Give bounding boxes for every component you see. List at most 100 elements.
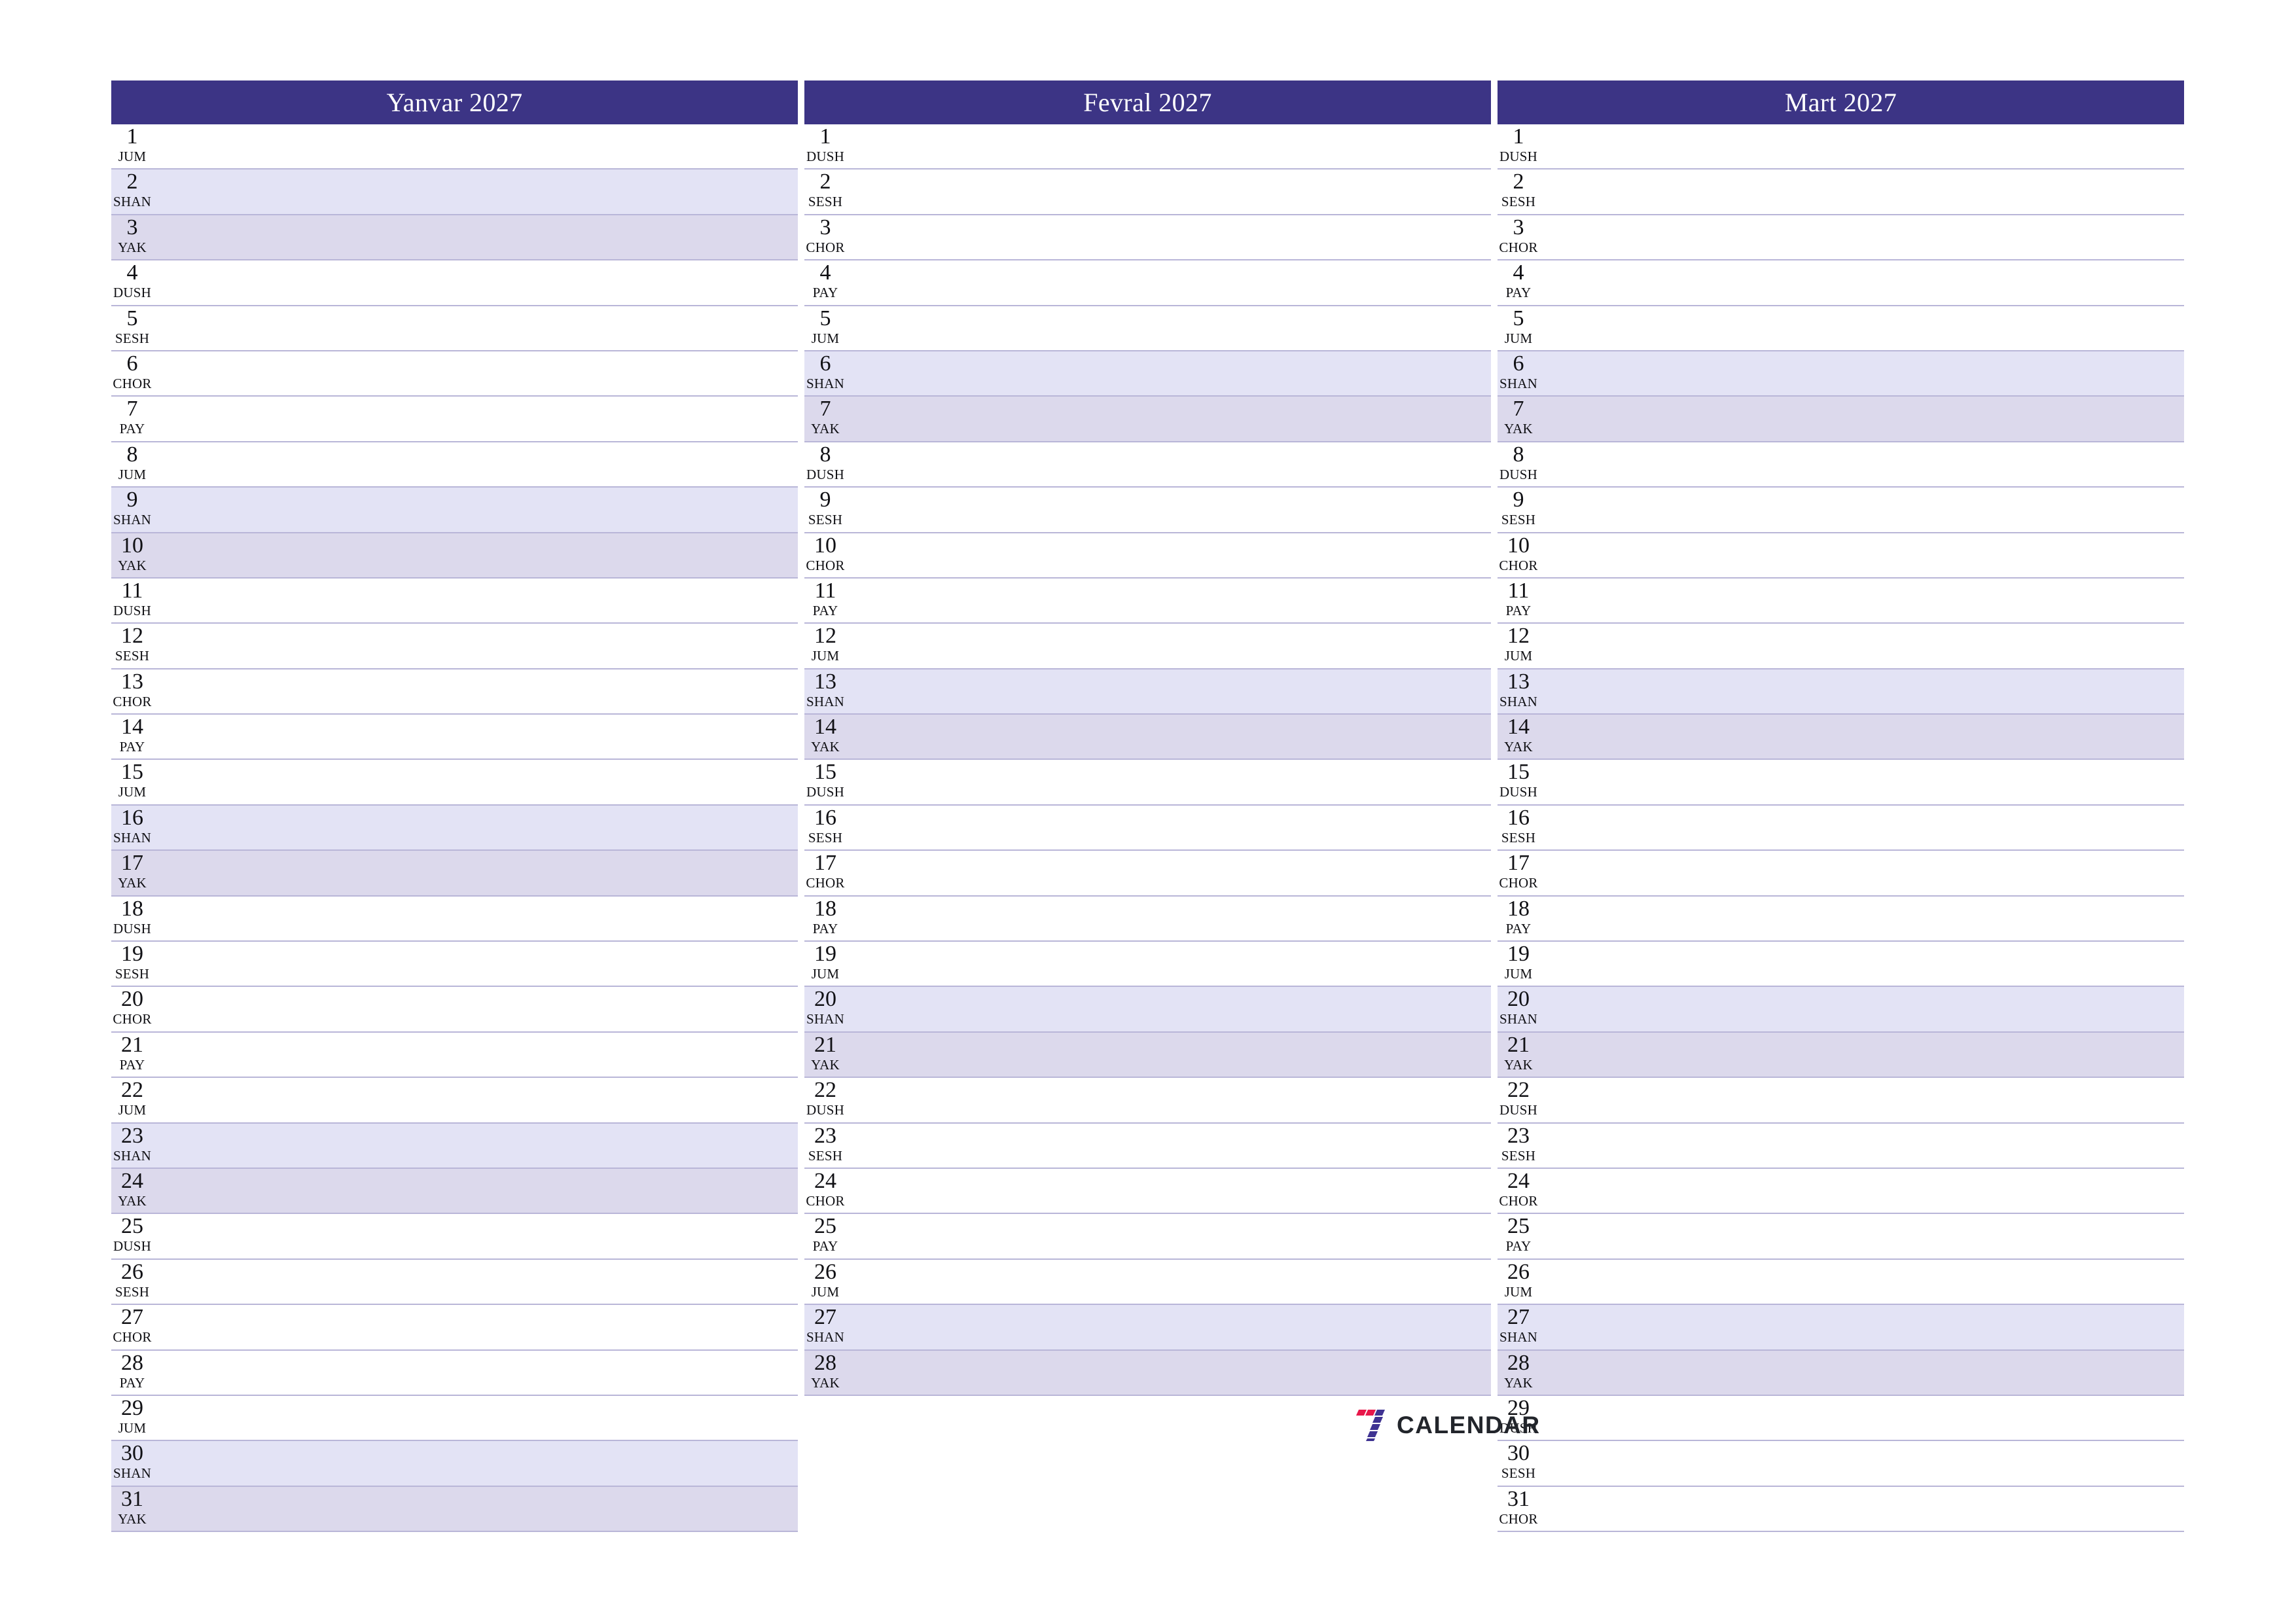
day-note-area[interactable]: [846, 715, 1491, 758]
day-note-area[interactable]: [153, 351, 798, 395]
day-row[interactable]: 12 SESH: [111, 624, 798, 669]
day-note-area[interactable]: [153, 669, 798, 713]
day-row[interactable]: 21 YAK: [1498, 1032, 2184, 1079]
day-row[interactable]: 14 YAK: [1498, 715, 2184, 760]
day-row[interactable]: 20 SHAN: [1498, 987, 2184, 1033]
day-row[interactable]: 11 PAY: [804, 578, 1491, 624]
day-row[interactable]: 26 SESH: [111, 1259, 798, 1306]
day-note-area[interactable]: [153, 442, 798, 486]
day-note-area[interactable]: [1539, 1396, 2184, 1440]
day-note-area[interactable]: [153, 488, 798, 531]
day-row[interactable]: 29 DUSH: [1498, 1395, 2184, 1442]
day-row[interactable]: 30 SHAN: [111, 1441, 798, 1487]
day-row[interactable]: 7 YAK: [1498, 397, 2184, 442]
day-note-area[interactable]: [1539, 124, 2184, 168]
day-row[interactable]: 30 SESH: [1498, 1441, 2184, 1487]
day-note-area[interactable]: [153, 260, 798, 304]
day-row[interactable]: 2 SHAN: [111, 169, 798, 215]
day-row[interactable]: 14 YAK: [804, 715, 1491, 760]
day-row[interactable]: 31 CHOR: [1498, 1486, 2184, 1533]
day-note-area[interactable]: [1539, 1441, 2184, 1485]
day-note-area[interactable]: [846, 1033, 1491, 1077]
day-row[interactable]: 14 PAY: [111, 715, 798, 760]
day-row[interactable]: 12 JUM: [1498, 624, 2184, 669]
day-note-area[interactable]: [153, 533, 798, 577]
day-row[interactable]: 18 PAY: [804, 896, 1491, 942]
day-note-area[interactable]: [846, 1169, 1491, 1213]
day-note-area[interactable]: [846, 942, 1491, 986]
day-row[interactable]: 22 DUSH: [804, 1078, 1491, 1124]
day-note-area[interactable]: [153, 806, 798, 849]
day-row[interactable]: 8 DUSH: [804, 442, 1491, 488]
day-note-area[interactable]: [153, 579, 798, 622]
day-note-area[interactable]: [846, 806, 1491, 849]
day-note-area[interactable]: [153, 1078, 798, 1122]
day-note-area[interactable]: [846, 624, 1491, 668]
day-note-area[interactable]: [1539, 306, 2184, 350]
day-row[interactable]: 28 YAK: [1498, 1350, 2184, 1396]
day-row[interactable]: 21 YAK: [804, 1032, 1491, 1079]
day-note-area[interactable]: [846, 169, 1491, 213]
day-row[interactable]: 6 CHOR: [111, 351, 798, 397]
day-row[interactable]: 7 YAK: [804, 397, 1491, 442]
day-row[interactable]: 6 SHAN: [804, 351, 1491, 397]
day-row[interactable]: 15 JUM: [111, 760, 798, 806]
day-note-area[interactable]: [1539, 1169, 2184, 1213]
day-note-area[interactable]: [153, 1260, 798, 1304]
day-note-area[interactable]: [153, 397, 798, 440]
day-note-area[interactable]: [153, 715, 798, 758]
day-row[interactable]: 13 CHOR: [111, 669, 798, 715]
day-row[interactable]: 27 SHAN: [804, 1305, 1491, 1351]
day-note-area[interactable]: [153, 624, 798, 668]
day-row[interactable]: 13 SHAN: [804, 669, 1491, 715]
day-row[interactable]: 4 PAY: [804, 260, 1491, 306]
day-note-area[interactable]: [846, 1124, 1491, 1168]
day-note-area[interactable]: [846, 1078, 1491, 1122]
day-row[interactable]: 9 SHAN: [111, 488, 798, 533]
day-row[interactable]: 26 JUM: [804, 1259, 1491, 1306]
day-row[interactable]: 17 CHOR: [804, 851, 1491, 897]
day-row[interactable]: 16 SESH: [1498, 805, 2184, 851]
day-row[interactable]: 4 DUSH: [111, 260, 798, 306]
day-note-area[interactable]: [846, 1260, 1491, 1304]
day-row[interactable]: 9 SESH: [1498, 488, 2184, 533]
day-row[interactable]: 3 CHOR: [804, 215, 1491, 261]
day-note-area[interactable]: [1539, 669, 2184, 713]
day-row[interactable]: 24 YAK: [111, 1168, 798, 1215]
day-row[interactable]: 25 PAY: [804, 1214, 1491, 1260]
day-row[interactable]: 23 SESH: [1498, 1123, 2184, 1169]
day-row[interactable]: 22 DUSH: [1498, 1078, 2184, 1124]
day-row[interactable]: 20 CHOR: [111, 987, 798, 1033]
day-note-area[interactable]: [1539, 1124, 2184, 1168]
day-note-area[interactable]: [153, 1351, 798, 1395]
day-row[interactable]: 10 YAK: [111, 533, 798, 579]
day-note-area[interactable]: [153, 124, 798, 168]
day-row[interactable]: 11 DUSH: [111, 578, 798, 624]
day-row[interactable]: 22 JUM: [111, 1078, 798, 1124]
day-row[interactable]: 24 CHOR: [804, 1168, 1491, 1215]
day-note-area[interactable]: [153, 1441, 798, 1485]
day-row[interactable]: 2 SESH: [1498, 169, 2184, 215]
day-row[interactable]: 25 DUSH: [111, 1214, 798, 1260]
day-note-area[interactable]: [1539, 442, 2184, 486]
day-row[interactable]: 19 JUM: [804, 942, 1491, 988]
day-note-area[interactable]: [1539, 1214, 2184, 1258]
day-row[interactable]: 1 DUSH: [804, 124, 1491, 170]
day-row[interactable]: 16 SHAN: [111, 805, 798, 851]
day-note-area[interactable]: [846, 669, 1491, 713]
day-note-area[interactable]: [1539, 1033, 2184, 1077]
day-note-area[interactable]: [846, 351, 1491, 395]
day-row[interactable]: 28 PAY: [111, 1350, 798, 1396]
day-note-area[interactable]: [1539, 624, 2184, 668]
day-row[interactable]: 10 CHOR: [1498, 533, 2184, 579]
day-row[interactable]: 1 DUSH: [1498, 124, 2184, 170]
day-note-area[interactable]: [846, 215, 1491, 259]
day-row[interactable]: 6 SHAN: [1498, 351, 2184, 397]
day-note-area[interactable]: [153, 942, 798, 986]
day-note-area[interactable]: [153, 1396, 798, 1440]
day-row[interactable]: 2 SESH: [804, 169, 1491, 215]
day-note-area[interactable]: [846, 1351, 1491, 1395]
day-note-area[interactable]: [1539, 488, 2184, 531]
day-row[interactable]: 1 JUM: [111, 124, 798, 170]
day-row[interactable]: 25 PAY: [1498, 1214, 2184, 1260]
